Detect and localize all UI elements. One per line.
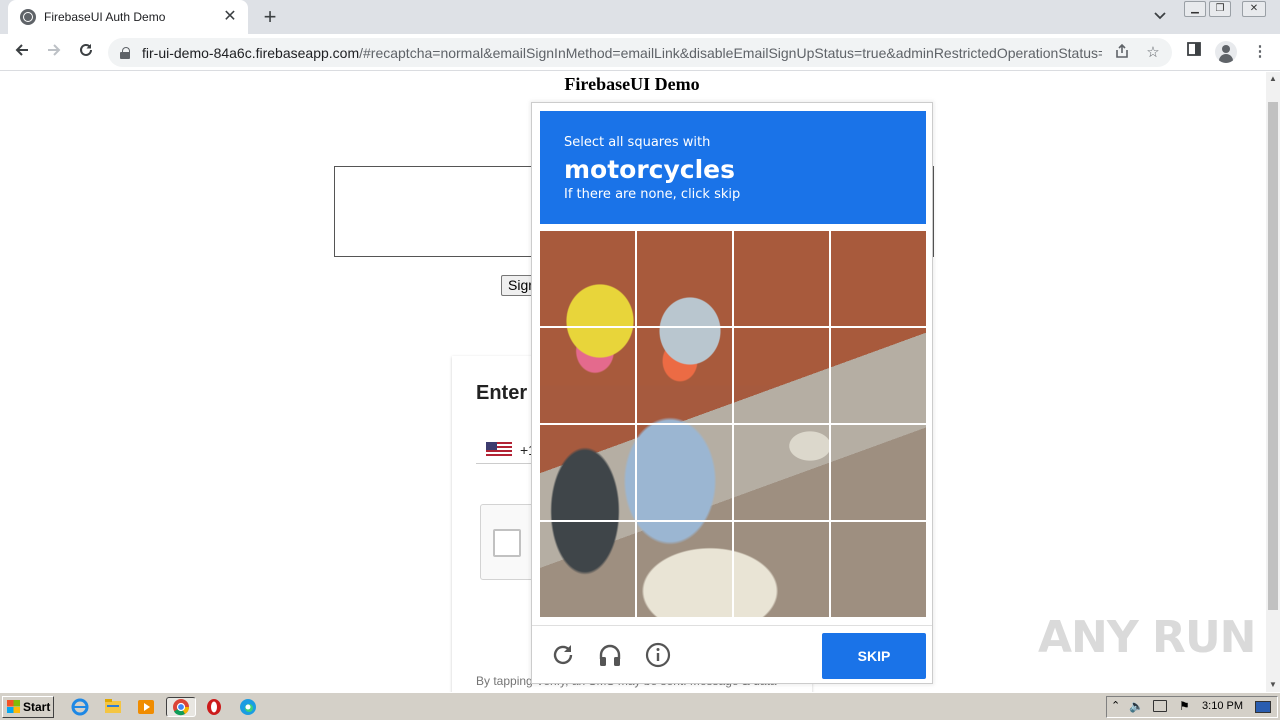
lock-icon[interactable]: [120, 46, 130, 59]
tab-firebaseui[interactable]: FirebaseUI Auth Demo ✕: [8, 0, 248, 34]
start-button[interactable]: Start: [2, 696, 54, 718]
show-desktop-icon[interactable]: [1255, 701, 1271, 713]
browser-toolbar: fir-ui-demo-84a6c.firebaseapp.com/#recap…: [0, 34, 1280, 71]
challenge-tile-grid: [540, 231, 926, 617]
ie-icon[interactable]: [68, 697, 92, 717]
edge-icon[interactable]: [236, 697, 260, 717]
flag-icon[interactable]: ⚑: [1179, 699, 1190, 713]
challenge-instruction: Select all squares with: [564, 135, 711, 150]
bookmark-star-icon[interactable]: ☆: [1143, 43, 1163, 63]
url-text: fir-ui-demo-84a6c.firebaseapp.com/#recap…: [142, 44, 1102, 61]
new-tab-button[interactable]: +: [258, 5, 282, 29]
us-flag-icon: [486, 442, 512, 457]
challenge-tile[interactable]: [829, 520, 926, 617]
menu-kebab-icon[interactable]: ⋮: [1250, 42, 1270, 62]
minimize-window-button[interactable]: ▁: [1184, 1, 1206, 17]
audio-icon[interactable]: [597, 642, 623, 668]
challenge-tile[interactable]: [540, 326, 637, 425]
windows-taskbar: Start ⌃ 🔈 ⚑ 3:10 PM: [0, 692, 1280, 720]
challenge-tile[interactable]: [540, 231, 637, 328]
address-bar[interactable]: fir-ui-demo-84a6c.firebaseapp.com/#recap…: [108, 38, 1172, 67]
info-icon[interactable]: [645, 642, 671, 668]
profile-avatar[interactable]: [1215, 41, 1237, 63]
challenge-tile[interactable]: [829, 423, 926, 522]
skip-button[interactable]: SKIP: [822, 633, 926, 679]
scroll-thumb[interactable]: [1268, 102, 1278, 610]
forward-button[interactable]: [42, 40, 66, 64]
tab-search-icon[interactable]: [1150, 9, 1170, 25]
challenge-tile[interactable]: [732, 326, 831, 425]
chrome-icon[interactable]: [166, 697, 196, 717]
anyrun-watermark: ANY RUN: [1038, 612, 1256, 663]
recaptcha-checkbox[interactable]: [493, 529, 521, 557]
challenge-tile[interactable]: [829, 231, 926, 328]
restore-window-button[interactable]: ❐: [1209, 1, 1231, 17]
challenge-hint: If there are none, click skip: [564, 187, 741, 202]
challenge-tile[interactable]: [635, 520, 734, 617]
challenge-tile[interactable]: [732, 423, 831, 522]
side-panel-icon[interactable]: [1184, 42, 1204, 62]
reload-icon[interactable]: [550, 642, 576, 668]
scroll-down-icon[interactable]: ▼: [1266, 678, 1280, 692]
challenge-target: motorcycles: [564, 155, 736, 184]
scroll-up-icon[interactable]: ▲: [1266, 72, 1280, 86]
share-icon[interactable]: [1112, 43, 1132, 63]
clock[interactable]: 3:10 PM: [1202, 700, 1243, 712]
globe-icon: [20, 9, 36, 25]
challenge-tile[interactable]: [635, 231, 734, 328]
close-tab-icon[interactable]: ✕: [222, 9, 238, 25]
network-icon[interactable]: [1153, 700, 1167, 712]
challenge-tile[interactable]: [540, 423, 637, 522]
reload-button[interactable]: [74, 40, 98, 64]
explorer-icon[interactable]: [101, 697, 125, 717]
media-player-icon[interactable]: [134, 697, 158, 717]
challenge-tile[interactable]: [635, 326, 734, 425]
challenge-tile[interactable]: [732, 520, 831, 617]
challenge-tile[interactable]: [732, 231, 831, 328]
challenge-tile[interactable]: [635, 423, 734, 522]
start-label: Start: [23, 700, 51, 714]
challenge-header: Select all squares with motorcycles If t…: [540, 111, 926, 224]
close-window-button[interactable]: ✕: [1242, 1, 1266, 17]
page-title: FirebaseUI Demo: [564, 74, 700, 94]
challenge-tile[interactable]: [829, 326, 926, 425]
system-tray: ⌃ 🔈 ⚑ 3:10 PM: [1106, 696, 1278, 718]
recaptcha-challenge: Select all squares with motorcycles If t…: [531, 102, 933, 684]
page-scrollbar[interactable]: ▲ ▼: [1266, 72, 1280, 692]
tab-title: FirebaseUI Auth Demo: [44, 10, 166, 24]
tray-expand-icon[interactable]: ⌃: [1111, 699, 1120, 712]
volume-icon[interactable]: 🔈: [1129, 699, 1144, 713]
challenge-footer: SKIP: [532, 625, 932, 683]
opera-icon[interactable]: [202, 697, 226, 717]
challenge-tile[interactable]: [540, 520, 637, 617]
windows-logo-icon: [7, 700, 20, 713]
back-button[interactable]: [10, 40, 34, 64]
tab-strip: FirebaseUI Auth Demo ✕ + ▁ ❐ ✕: [0, 0, 1280, 34]
